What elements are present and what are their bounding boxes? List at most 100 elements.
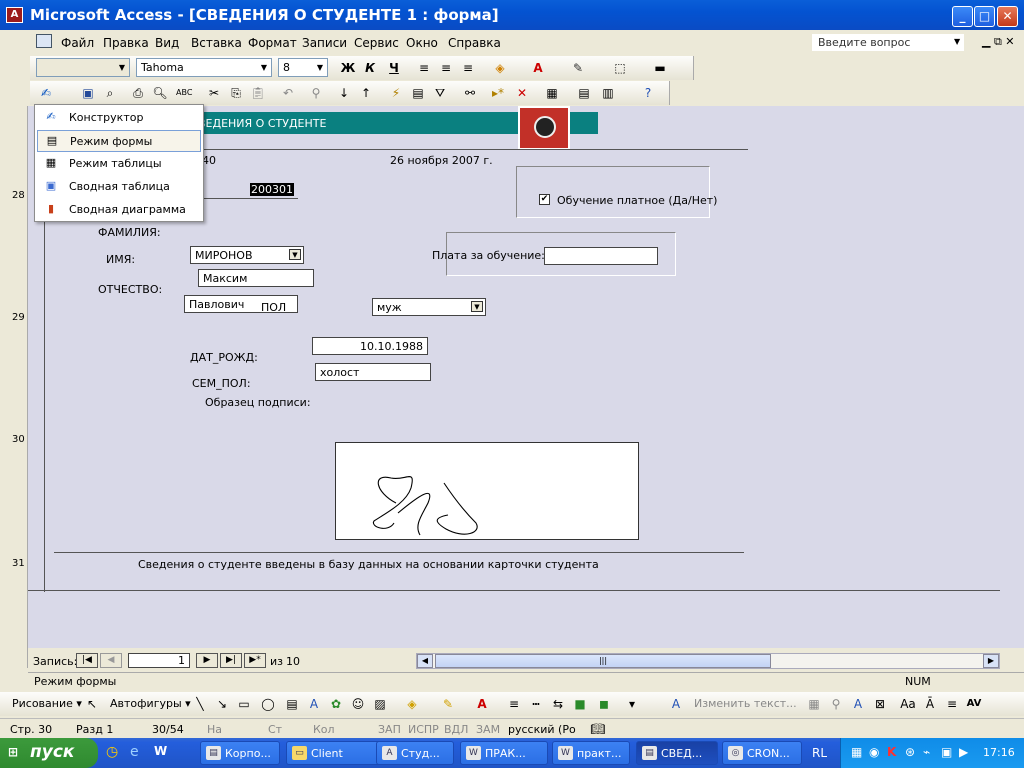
diagram-icon[interactable]: ✿ bbox=[328, 696, 344, 712]
scroll-thumb[interactable]: ||| bbox=[435, 654, 771, 668]
draw-line-color-icon[interactable]: ✎ bbox=[440, 696, 456, 712]
print-preview-icon[interactable]: 🔍︎ bbox=[152, 85, 168, 101]
sort-descending-icon[interactable]: ↑ bbox=[358, 85, 374, 101]
menu-file[interactable]: Файл bbox=[61, 36, 94, 50]
database-window-icon[interactable]: ▤ bbox=[576, 85, 592, 101]
text-tool-icon[interactable]: ▦ bbox=[806, 696, 822, 712]
line-tool-icon[interactable]: ╲ bbox=[192, 696, 208, 712]
border-icon[interactable]: ⬚ bbox=[612, 60, 628, 76]
birthdate-field[interactable]: 10.10.1988 bbox=[312, 337, 428, 355]
ask-question-input[interactable]: Введите вопрос bbox=[812, 34, 964, 51]
menu-item-pivot-table[interactable]: ▣ Сводная таблица bbox=[37, 176, 201, 198]
clipart-icon[interactable]: ☺ bbox=[350, 696, 366, 712]
3d-icon[interactable]: ◼ bbox=[596, 696, 612, 712]
language-indicator[interactable]: RL bbox=[812, 746, 827, 760]
task-client[interactable]: ▭ Client bbox=[286, 741, 386, 765]
text-spacing-icon[interactable]: AV bbox=[966, 696, 982, 712]
rectangle-tool-icon[interactable]: ▭ bbox=[236, 696, 252, 712]
task-sved[interactable]: ▤ СВЕД... bbox=[636, 741, 718, 765]
align-center-icon[interactable]: ≡ bbox=[438, 60, 454, 76]
copy-icon[interactable]: ⎘ bbox=[228, 85, 244, 101]
hyperlink-icon[interactable]: ⚲ bbox=[308, 85, 324, 101]
find-icon[interactable]: ⚯ bbox=[462, 85, 478, 101]
line-width-icon[interactable]: ▬ bbox=[652, 60, 668, 76]
font-color-icon[interactable]: A bbox=[530, 60, 546, 76]
autoshapes-menu[interactable]: Автофигуры ▾ bbox=[110, 697, 191, 710]
gender-combo[interactable]: муж ▼ bbox=[372, 298, 486, 316]
access-app-icon[interactable]: A bbox=[6, 7, 23, 23]
task-prakt[interactable]: Wпракт... bbox=[552, 741, 630, 765]
dash-style-icon[interactable]: ┅ bbox=[528, 696, 544, 712]
last-record-button[interactable]: ▶| bbox=[220, 653, 242, 668]
task-cron[interactable]: ◎ CRON... bbox=[722, 741, 802, 765]
name-field[interactable]: Максим bbox=[198, 269, 314, 287]
curve-tool-icon[interactable]: ⚲ bbox=[828, 696, 844, 712]
apply-filter-icon[interactable]: ⛛ bbox=[432, 85, 448, 101]
menu-edit[interactable]: Правка bbox=[103, 36, 149, 50]
insert-frame-icon[interactable]: ⊠ bbox=[872, 696, 888, 712]
menu-records[interactable]: Записи bbox=[302, 36, 347, 50]
task-korpo[interactable]: ▤ Корпо... bbox=[200, 741, 280, 765]
paid-checkbox[interactable]: ✔ bbox=[539, 194, 550, 205]
marital-field[interactable]: холост bbox=[315, 363, 431, 381]
save-icon[interactable]: ▣ bbox=[80, 85, 96, 101]
text-align-icon[interactable]: ≡ bbox=[944, 696, 960, 712]
text-effect-icon[interactable]: A bbox=[850, 696, 866, 712]
tray-usb-icon[interactable]: ⌁ bbox=[923, 745, 930, 759]
task-stud[interactable]: A Студ... bbox=[376, 741, 454, 765]
print-icon[interactable]: ⎙ bbox=[130, 85, 146, 101]
draw-font-color-icon[interactable]: A bbox=[474, 696, 490, 712]
menu-insert[interactable]: Вставка bbox=[191, 36, 242, 50]
view-toggle-icon[interactable]: ✍ bbox=[38, 85, 54, 101]
italic-button[interactable]: К bbox=[362, 60, 378, 76]
fill-color-icon[interactable]: ◈ bbox=[492, 60, 508, 76]
font-combo[interactable]: Tahoma ▼ bbox=[136, 58, 272, 77]
textbox-tool-icon[interactable]: ▤ bbox=[284, 696, 300, 712]
tray-antivirus-icon[interactable]: K bbox=[887, 745, 896, 759]
tray-monitor-icon[interactable]: ▣ bbox=[941, 745, 952, 759]
menu-item-design-view[interactable]: ✍ Конструктор bbox=[37, 107, 201, 129]
draw-options-icon[interactable]: ▾ bbox=[624, 696, 640, 712]
horizontal-scrollbar[interactable]: ◀ ||| ▶ bbox=[416, 653, 1000, 669]
size-combo[interactable]: 8 ▼ bbox=[278, 58, 328, 77]
picture-icon[interactable]: ▨ bbox=[372, 696, 388, 712]
menu-item-datasheet-view[interactable]: ▦ Режим таблицы bbox=[37, 153, 201, 175]
drawing-menu[interactable]: Рисование ▾ bbox=[12, 697, 82, 710]
menu-tools[interactable]: Сервис bbox=[354, 36, 399, 50]
surname-combo[interactable]: МИРОНОВ ▼ bbox=[190, 246, 304, 264]
text-size-icon[interactable]: Aa bbox=[900, 696, 916, 712]
new-object-icon[interactable]: ▥ bbox=[600, 85, 616, 101]
quicklaunch-outlook-icon[interactable]: ◷ bbox=[106, 744, 124, 762]
line-style-icon[interactable]: ≡ bbox=[506, 696, 522, 712]
filter-by-form-icon[interactable]: ▤ bbox=[410, 85, 426, 101]
gender-dropdown-icon[interactable]: ▼ bbox=[471, 301, 483, 312]
current-record-field[interactable]: 1 bbox=[128, 653, 190, 668]
arrow-tool-icon[interactable]: ↘ bbox=[214, 696, 230, 712]
new-record-icon[interactable]: ▸* bbox=[490, 85, 506, 101]
maximize-button[interactable]: □ bbox=[974, 6, 995, 27]
bold-button[interactable]: Ж bbox=[340, 60, 356, 76]
select-pointer-icon[interactable]: ↖ bbox=[84, 696, 100, 712]
line-color-icon[interactable]: ✎ bbox=[570, 60, 586, 76]
ask-dropdown-icon[interactable]: ▼ bbox=[954, 37, 960, 46]
restore-child-icon[interactable]: ▁ ⧉ ✕ bbox=[982, 35, 1015, 49]
tray-network-icon[interactable]: ▦ bbox=[851, 745, 862, 759]
menu-window[interactable]: Окно bbox=[406, 36, 438, 50]
tray-sound-icon[interactable]: ◉ bbox=[869, 745, 879, 759]
properties-icon[interactable]: ▦ bbox=[544, 85, 560, 101]
start-button[interactable]: ⊞ пуск bbox=[0, 738, 98, 768]
paste-icon[interactable]: 📋︎ bbox=[250, 85, 266, 101]
menu-view[interactable]: Вид bbox=[155, 36, 179, 50]
close-button[interactable]: ✕ bbox=[997, 6, 1018, 27]
text-style-icon[interactable]: Ā bbox=[922, 696, 938, 712]
file-search-icon[interactable]: ⌕ bbox=[102, 85, 118, 101]
scroll-right-icon[interactable]: ▶ bbox=[983, 654, 999, 668]
oval-tool-icon[interactable]: ◯ bbox=[260, 696, 276, 712]
wordart-icon[interactable]: A bbox=[306, 696, 322, 712]
spell-status-icon[interactable]: 📖︎ bbox=[590, 721, 606, 737]
menu-help[interactable]: Справка bbox=[448, 36, 501, 50]
task-prak[interactable]: W ПРАК... bbox=[460, 741, 548, 765]
quicklaunch-ie-icon[interactable]: e bbox=[130, 744, 148, 762]
draw-fill-color-icon[interactable]: ◈ bbox=[404, 696, 420, 712]
spelling-icon[interactable]: ABC bbox=[176, 85, 192, 101]
